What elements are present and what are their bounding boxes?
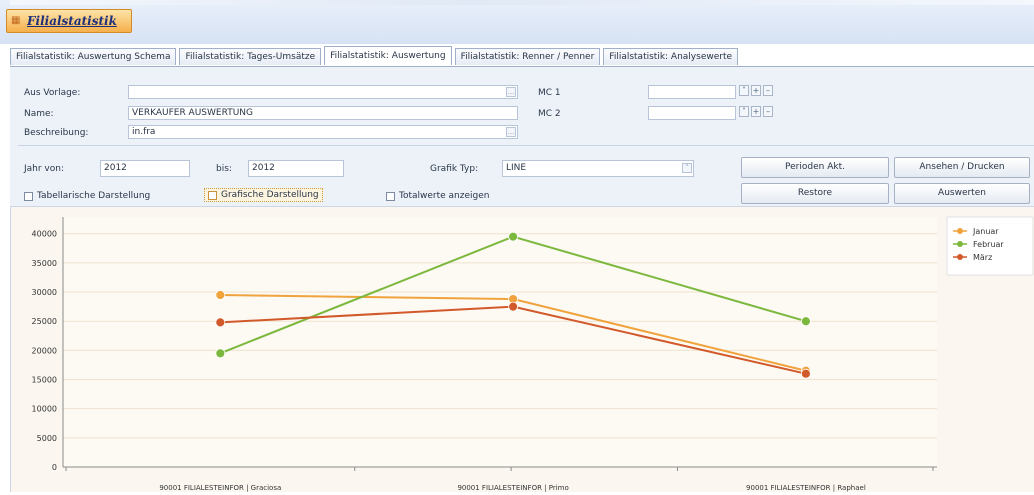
totalwerte-checkbox[interactable]: Totalwerte anzeigen <box>386 191 489 201</box>
grafik-typ-label: Grafik Typ: <box>430 164 479 174</box>
y-tick-label: 30000 <box>32 288 57 297</box>
mc2-add-icon[interactable]: + <box>751 106 761 117</box>
data-point <box>215 317 226 328</box>
dropdown-icon[interactable]: … <box>506 127 516 137</box>
title-bar: ▦ Filialstatistik <box>0 0 1034 44</box>
tab-label: Filialstatistik: Renner / Penner <box>460 52 595 62</box>
tab-renner-penner[interactable]: Filialstatistik: Renner / Penner <box>454 48 601 65</box>
chevron-down-icon[interactable]: ˅ <box>682 163 692 173</box>
bis-value: 2012 <box>252 163 275 173</box>
ansehen-drucken-button[interactable]: Ansehen / Drucken <box>894 157 1030 178</box>
mc1-remove-icon[interactable]: – <box>763 85 773 96</box>
tab-analysewerte[interactable]: Filialstatistik: Analysewerte <box>603 48 739 65</box>
tab-auswertung[interactable]: Filialstatistik: Auswertung <box>324 46 452 65</box>
jahr-von-value: 2012 <box>104 163 127 173</box>
checkbox-label: Grafische Darstellung <box>221 190 319 200</box>
checkbox-label: Totalwerte anzeigen <box>399 191 490 201</box>
mc1-dropdown-icon[interactable]: ˅ <box>739 85 749 96</box>
mc2-field[interactable] <box>648 106 736 120</box>
bis-label: bis: <box>216 164 232 174</box>
title-bar-highlight <box>10 0 1034 5</box>
data-point <box>801 316 811 327</box>
checkbox-label: Tabellarische Darstellung <box>37 191 151 201</box>
app-icon: ▦ <box>11 15 21 26</box>
y-tick-label: 5000 <box>37 434 57 443</box>
app-title-button[interactable]: ▦ Filialstatistik <box>6 9 132 33</box>
aus-vorlage-label: Aus Vorlage: <box>24 88 81 98</box>
dropdown-icon[interactable]: … <box>506 87 516 97</box>
y-tick-label: 40000 <box>32 230 57 239</box>
name-value: VERKAUFER AUSWERTUNG <box>132 108 253 118</box>
tab-tages-umsaetze[interactable]: Filialstatistik: Tages-Umsätze <box>179 48 322 65</box>
checkbox-box[interactable] <box>386 191 395 201</box>
jahr-von-field[interactable]: 2012 <box>100 160 190 177</box>
y-tick-label: 20000 <box>32 346 57 355</box>
grafik-typ-value: LINE <box>506 163 527 173</box>
data-point <box>508 301 519 312</box>
y-tick-label: 15000 <box>32 376 57 385</box>
data-point <box>215 290 226 300</box>
beschreibung-label: Beschreibung: <box>24 128 89 138</box>
data-point <box>215 348 226 359</box>
data-point <box>508 231 519 242</box>
legend-swatch-marker <box>957 241 963 247</box>
checkbox-box[interactable] <box>24 191 33 201</box>
tab-label: Filialstatistik: Auswertung <box>330 51 446 61</box>
tabellarische-checkbox[interactable]: Tabellarische Darstellung <box>24 191 150 201</box>
tab-auswertung-schema[interactable]: Filialstatistik: Auswertung Schema <box>10 48 177 65</box>
name-field[interactable]: VERKAUFER AUSWERTUNG <box>128 106 518 120</box>
auswerten-button[interactable]: Auswerten <box>894 183 1030 204</box>
tab-label: Filialstatistik: Tages-Umsätze <box>185 52 316 62</box>
y-tick-label: 0 <box>52 463 57 472</box>
legend-entry: Januar <box>972 227 999 236</box>
name-label: Name: <box>24 109 54 119</box>
tab-strip: Filialstatistik: Auswertung Schema Filia… <box>10 46 741 66</box>
tab-label: Filialstatistik: Analysewerte <box>609 52 733 62</box>
grafik-typ-select[interactable]: LINE ˅ <box>502 160 694 177</box>
mc2-label: MC 2 <box>538 109 561 119</box>
legend-entry: März <box>973 253 992 262</box>
mc1-label: MC 1 <box>538 88 561 98</box>
app-title: Filialstatistik <box>27 14 117 28</box>
mc2-remove-icon[interactable]: – <box>763 106 773 117</box>
tab-label: Filialstatistik: Auswertung Schema <box>16 52 171 62</box>
mc1-field[interactable] <box>648 85 736 99</box>
grafische-checkbox[interactable]: Grafische Darstellung <box>204 188 323 202</box>
perioden-akt-button[interactable]: Perioden Akt. <box>741 157 889 178</box>
y-tick-label: 25000 <box>32 317 57 326</box>
checkbox-box[interactable] <box>208 190 217 200</box>
legend-swatch-marker <box>957 228 963 234</box>
y-tick-label: 35000 <box>32 259 57 268</box>
restore-button[interactable]: Restore <box>741 183 889 204</box>
jahr-von-label: Jahr von: <box>24 164 65 174</box>
bis-field[interactable]: 2012 <box>248 160 344 177</box>
data-point <box>801 368 811 379</box>
line-chart: 0 5000 10000 15000 20000 25000 30000 35000 40000… <box>32 216 1034 492</box>
mc1-add-icon[interactable]: + <box>751 85 761 96</box>
y-tick-label: 10000 <box>32 405 57 414</box>
section-divider <box>18 145 1034 146</box>
aus-vorlage-field[interactable]: … <box>128 85 518 99</box>
chart-area: 0 5000 10000 15000 20000 25000 30000 35000 40000… <box>10 206 1034 492</box>
legend-entry: Februar <box>973 240 1004 249</box>
beschreibung-field[interactable]: in.fra … <box>128 125 518 139</box>
mc2-dropdown-icon[interactable]: ˅ <box>739 106 749 117</box>
beschreibung-value: in.fra <box>132 127 156 137</box>
plot-background <box>63 217 937 467</box>
legend-swatch-marker <box>957 254 963 260</box>
